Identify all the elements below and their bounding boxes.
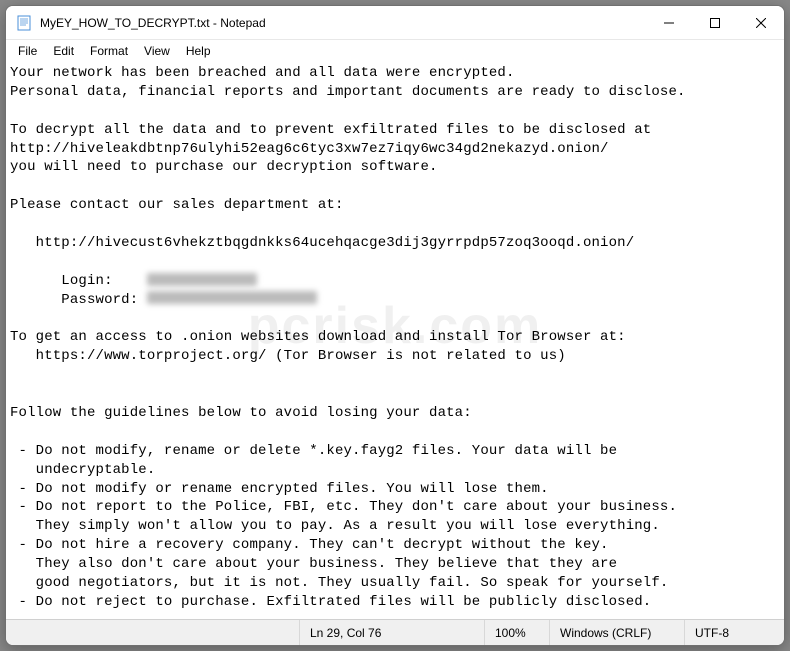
menu-edit[interactable]: Edit: [45, 42, 82, 60]
login-label: Login:: [10, 273, 147, 289]
text-line: - Do not modify or rename encrypted file…: [10, 481, 549, 497]
notepad-window: MyEY_HOW_TO_DECRYPT.txt - Notepad File E…: [5, 5, 785, 646]
text-line: you will need to purchase our decryption…: [10, 159, 438, 175]
text-line: Your network has been breached and all d…: [10, 65, 515, 81]
menu-help[interactable]: Help: [178, 42, 219, 60]
text-line: They also don't care about your business…: [10, 556, 617, 572]
maximize-icon: [710, 18, 720, 28]
text-line: They simply won't allow you to pay. As a…: [10, 518, 660, 534]
text-line: http://hivecust6vhekztbqgdnkks64ucehqacg…: [10, 235, 634, 251]
text-line: undecryptable.: [10, 462, 155, 478]
text-line: To decrypt all the data and to prevent e…: [10, 122, 651, 138]
password-label: Password:: [10, 292, 147, 308]
maximize-button[interactable]: [692, 6, 738, 40]
minimize-icon: [664, 18, 674, 28]
text-line: - Do not hire a recovery company. They c…: [10, 537, 609, 553]
password-value-redacted: [147, 291, 317, 304]
text-line: To get an access to .onion websites down…: [10, 329, 626, 345]
statusbar: Ln 29, Col 76 100% Windows (CRLF) UTF-8: [6, 619, 784, 645]
text-line: - Do not modify, rename or delete *.key.…: [10, 443, 617, 459]
window-title: MyEY_HOW_TO_DECRYPT.txt - Notepad: [40, 16, 646, 30]
login-value-redacted: [147, 273, 257, 286]
status-line-ending: Windows (CRLF): [549, 620, 684, 645]
status-zoom: 100%: [484, 620, 549, 645]
text-line: http://hiveleakdbtnp76ulyhi52eag6c6tyc3x…: [10, 141, 609, 157]
text-line: good negotiators, but it is not. They us…: [10, 575, 668, 591]
text-line: Follow the guidelines below to avoid los…: [10, 405, 472, 421]
text-line: https://www.torproject.org/ (Tor Browser…: [10, 348, 566, 364]
status-encoding: UTF-8: [684, 620, 784, 645]
text-line: - Do not report to the Police, FBI, etc.…: [10, 499, 677, 515]
minimize-button[interactable]: [646, 6, 692, 40]
text-area[interactable]: Your network has been breached and all d…: [6, 62, 784, 619]
titlebar: MyEY_HOW_TO_DECRYPT.txt - Notepad: [6, 6, 784, 40]
text-line: - Do not reject to purchase. Exfiltrated…: [10, 594, 651, 610]
notepad-app-icon: [16, 15, 32, 31]
menu-view[interactable]: View: [136, 42, 178, 60]
menu-file[interactable]: File: [10, 42, 45, 60]
status-cursor-position: Ln 29, Col 76: [299, 620, 484, 645]
close-icon: [756, 18, 766, 28]
menubar: File Edit Format View Help: [6, 40, 784, 62]
menu-format[interactable]: Format: [82, 42, 136, 60]
text-line: Please contact our sales department at:: [10, 197, 344, 213]
text-line: Personal data, financial reports and imp…: [10, 84, 686, 100]
close-button[interactable]: [738, 6, 784, 40]
